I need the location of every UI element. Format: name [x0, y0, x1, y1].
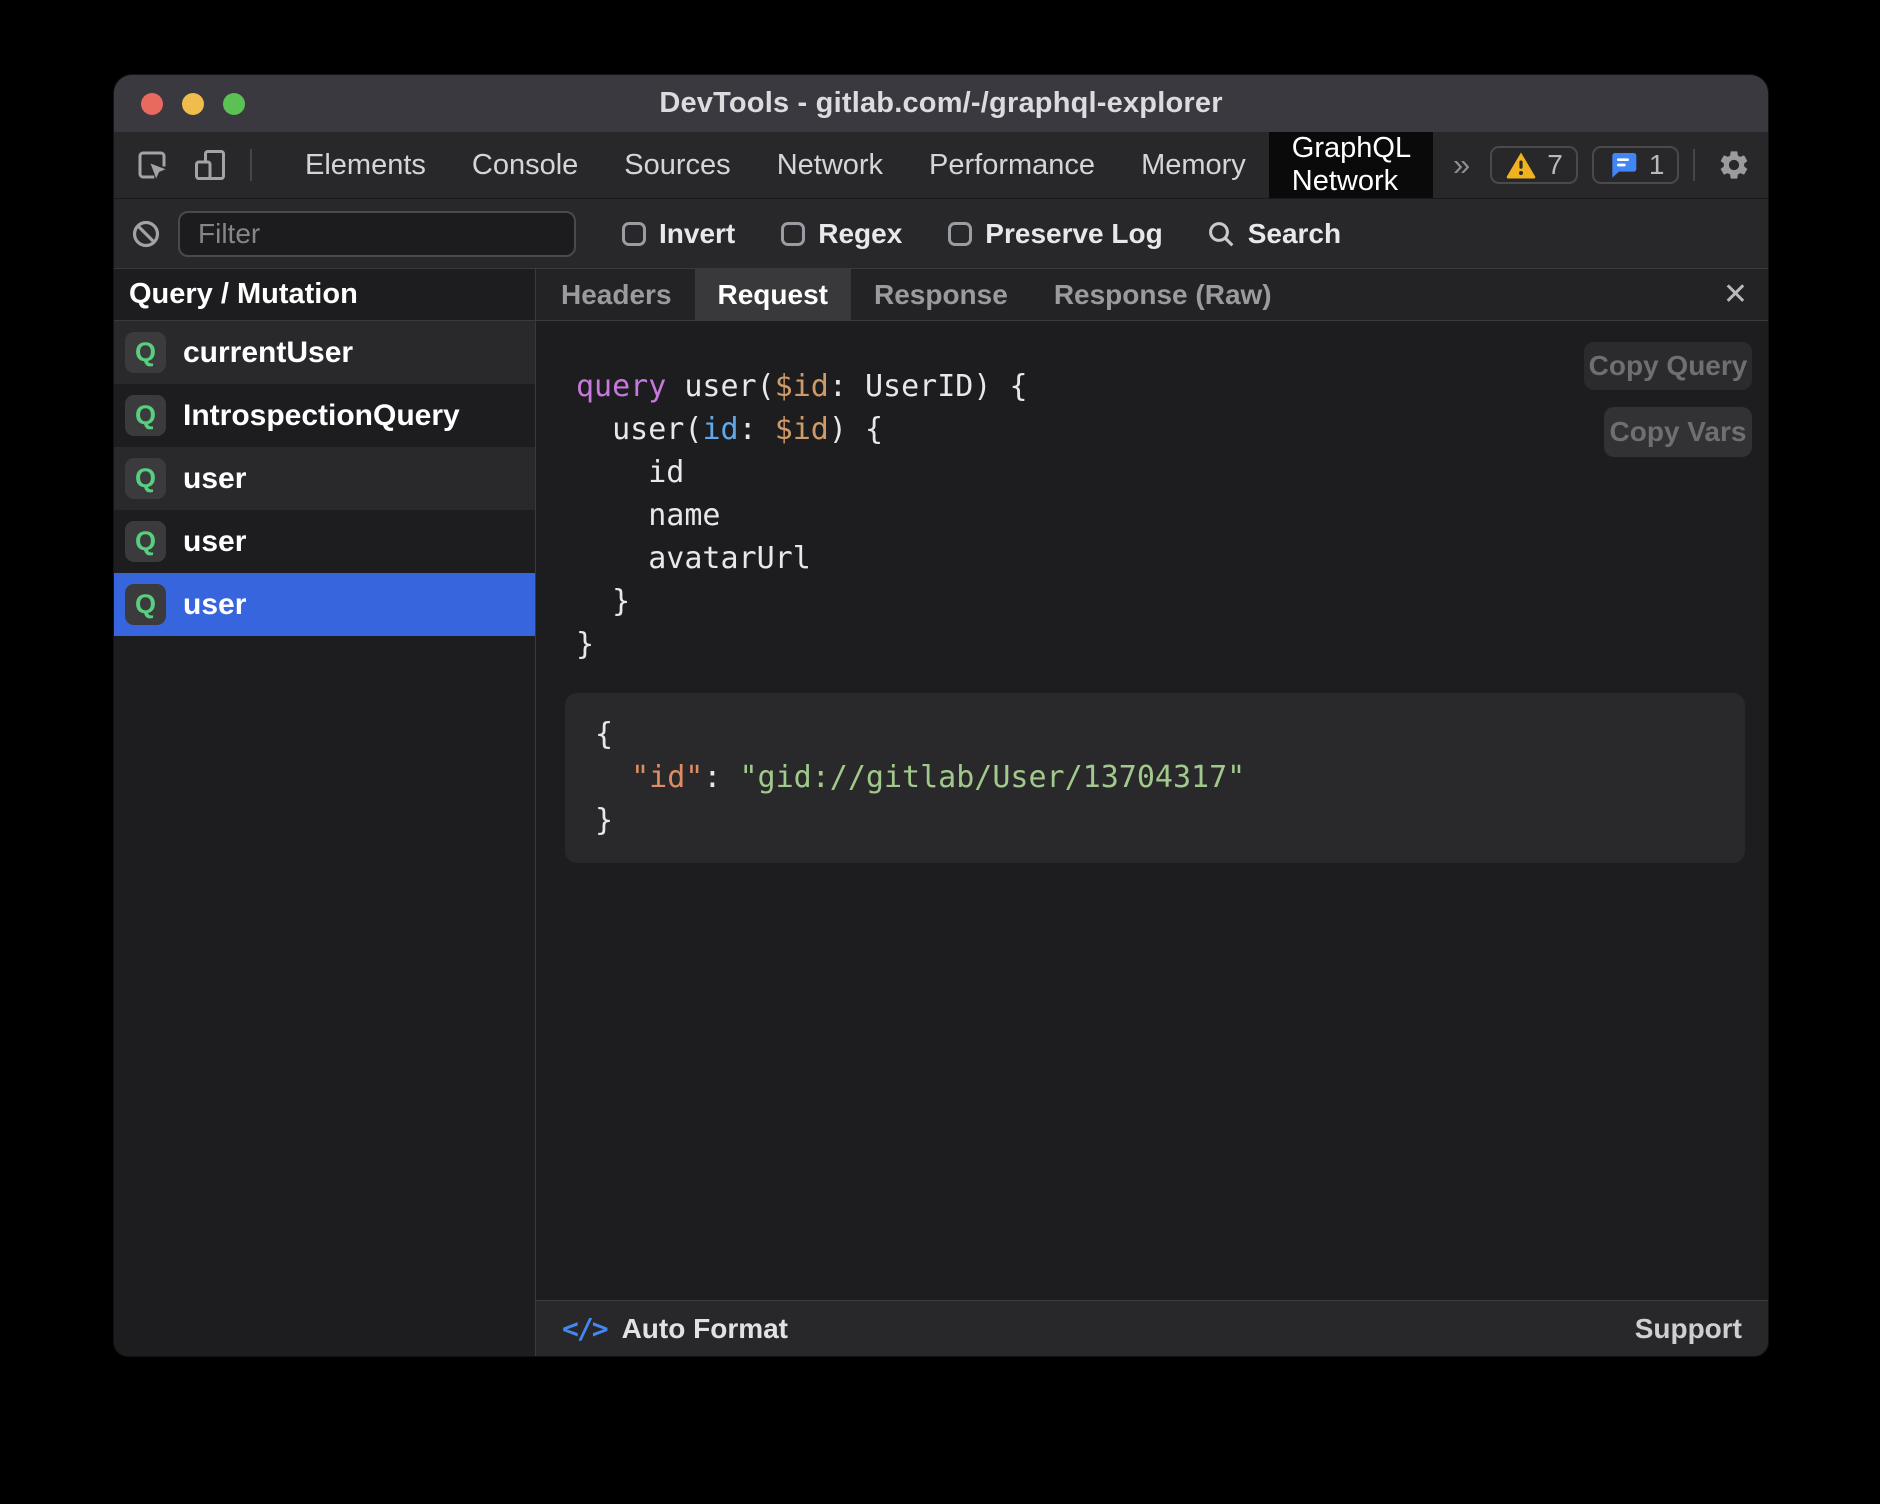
settings-gear-icon[interactable]: [1709, 148, 1759, 182]
preserve-log-label: Preserve Log: [985, 218, 1162, 250]
tab-headers[interactable]: Headers: [538, 269, 695, 320]
detail-tab-bar: Headers Request Response Response (Raw) …: [536, 269, 1768, 321]
zoom-window-button[interactable]: [223, 93, 245, 115]
tab-request[interactable]: Request: [695, 269, 851, 320]
minimize-window-button[interactable]: [182, 93, 204, 115]
invert-label: Invert: [659, 218, 735, 250]
warnings-count: 7: [1547, 149, 1563, 181]
list-item-label: user: [183, 588, 246, 622]
message-icon: [1607, 149, 1639, 181]
request-body: query user($id: UserID) { user(id: $id) …: [536, 321, 1768, 1300]
tab-network[interactable]: Network: [754, 132, 906, 198]
code-format-icon: </>: [562, 1312, 607, 1345]
list-item-currentuser[interactable]: Q currentUser: [114, 321, 535, 384]
devtools-toolbar: Elements Console Sources Network Perform…: [114, 132, 1768, 199]
copy-query-button[interactable]: Copy Query: [1584, 342, 1752, 390]
tab-response-raw[interactable]: Response (Raw): [1031, 269, 1295, 320]
search-icon: [1205, 218, 1237, 250]
close-window-button[interactable]: [141, 93, 163, 115]
regex-checkbox[interactable]: [781, 222, 805, 246]
more-tabs-icon[interactable]: »: [1433, 132, 1490, 198]
tab-memory[interactable]: Memory: [1118, 132, 1269, 198]
graphql-query-code: query user($id: UserID) { user(id: $id) …: [576, 365, 1028, 666]
window-title: DevTools - gitlab.com/-/graphql-explorer: [659, 87, 1222, 120]
issues-count: 1: [1649, 149, 1665, 181]
tab-graphql-network[interactable]: GraphQL Network: [1269, 132, 1433, 198]
tab-sources[interactable]: Sources: [601, 132, 753, 198]
query-type-badge: Q: [125, 332, 166, 373]
devtools-window: DevTools - gitlab.com/-/graphql-explorer…: [114, 75, 1768, 1356]
list-item-label: user: [183, 525, 246, 559]
search-label: Search: [1248, 218, 1341, 250]
list-item-label: user: [183, 462, 246, 496]
search-control[interactable]: Search: [1205, 218, 1341, 250]
query-type-badge: Q: [125, 584, 166, 625]
regex-checkbox-group: Regex: [781, 218, 902, 250]
issues-badge[interactable]: 1: [1592, 146, 1680, 184]
tab-console[interactable]: Console: [449, 132, 601, 198]
copy-vars-button[interactable]: Copy Vars: [1604, 407, 1752, 457]
tab-performance[interactable]: Performance: [906, 132, 1118, 198]
list-item-label: IntrospectionQuery: [183, 399, 460, 433]
warning-icon: [1505, 149, 1537, 181]
list-item-user-3-selected[interactable]: Q user: [114, 573, 535, 636]
query-type-badge: Q: [125, 395, 166, 436]
list-item-label: currentUser: [183, 336, 353, 370]
list-item-user-1[interactable]: Q user: [114, 447, 535, 510]
query-type-badge: Q: [125, 458, 166, 499]
detail-footer: </> Auto Format Support: [536, 1300, 1768, 1356]
content-area: Query / Mutation Q currentUser Q Introsp…: [114, 269, 1768, 1356]
toolbar-divider: [250, 149, 252, 181]
tab-elements[interactable]: Elements: [282, 132, 449, 198]
regex-label: Regex: [818, 218, 902, 250]
warnings-badge[interactable]: 7: [1490, 146, 1578, 184]
toolbar-right-divider: [1693, 149, 1695, 181]
close-icon[interactable]: ✕: [1723, 269, 1748, 320]
invert-checkbox-group: Invert: [622, 218, 735, 250]
auto-format-toggle[interactable]: Auto Format: [622, 1313, 788, 1345]
sidebar-header: Query / Mutation: [114, 269, 535, 321]
panel-tabs: Elements Console Sources Network Perform…: [282, 132, 1490, 198]
invert-checkbox[interactable]: [622, 222, 646, 246]
list-item-user-2[interactable]: Q user: [114, 510, 535, 573]
device-toolbar-icon[interactable]: [192, 147, 228, 183]
filter-bar: Invert Regex Preserve Log Search: [114, 199, 1768, 269]
support-link[interactable]: Support: [1635, 1313, 1742, 1345]
title-bar: DevTools - gitlab.com/-/graphql-explorer: [114, 75, 1768, 132]
traffic-lights: [141, 75, 245, 132]
preserve-log-checkbox[interactable]: [948, 222, 972, 246]
block-icon[interactable]: [130, 218, 162, 250]
tab-response[interactable]: Response: [851, 269, 1031, 320]
list-item-introspectionquery[interactable]: Q IntrospectionQuery: [114, 384, 535, 447]
query-type-badge: Q: [125, 521, 166, 562]
query-list-sidebar: Query / Mutation Q currentUser Q Introsp…: [114, 269, 536, 1356]
graphql-variables-box: { "id": "gid://gitlab/User/13704317"}: [565, 693, 1745, 863]
request-detail-pane: Headers Request Response Response (Raw) …: [536, 269, 1768, 1356]
inspect-element-icon[interactable]: [134, 147, 170, 183]
filter-input[interactable]: [178, 211, 576, 257]
preserve-log-checkbox-group: Preserve Log: [948, 218, 1162, 250]
